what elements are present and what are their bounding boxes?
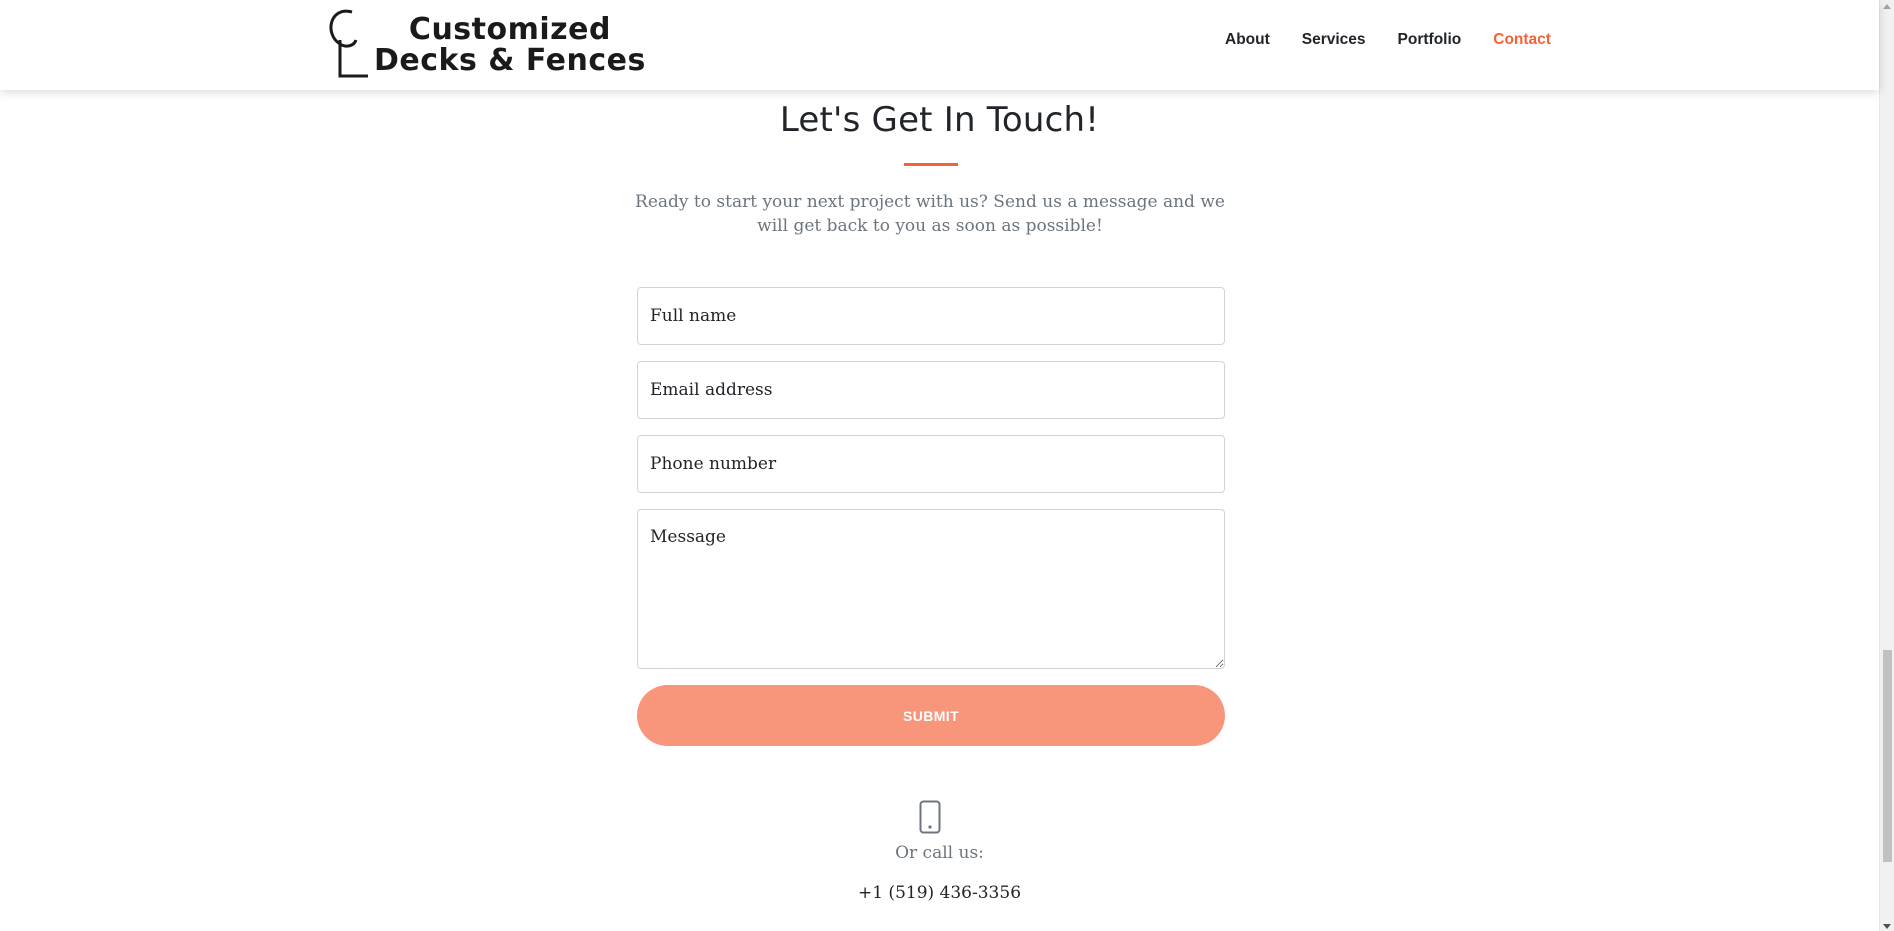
submit-button[interactable]: Submit <box>637 685 1225 746</box>
nav-item-about[interactable]: About <box>1225 30 1270 50</box>
message-textarea[interactable] <box>637 509 1225 669</box>
brand-logo[interactable]: Customized Decks & Fences <box>322 4 645 80</box>
phone-number-link[interactable]: +1 (519) 436-3356 <box>0 883 1879 903</box>
email-input[interactable] <box>637 361 1225 419</box>
call-us-label: Or call us: <box>895 843 984 863</box>
nav-item-portfolio[interactable]: Portfolio <box>1398 30 1462 50</box>
brand-line-2: Decks & Fences <box>374 43 646 78</box>
phone-input[interactable] <box>637 435 1225 493</box>
monogram-logo-icon <box>322 4 372 80</box>
section-lead-text: Ready to start your next project with us… <box>635 192 1225 236</box>
title-divider <box>904 163 958 166</box>
scroll-thumb[interactable] <box>1883 650 1892 862</box>
scroll-up-arrow-icon[interactable] <box>1883 4 1891 9</box>
page-scrollbar[interactable] <box>1879 0 1894 931</box>
phone-icon <box>919 800 941 834</box>
top-navbar: Customized Decks & Fences About Services… <box>0 0 1879 90</box>
brand-line-1: Customized <box>408 12 611 47</box>
nav-item-services[interactable]: Services <box>1302 30 1366 50</box>
nav-item-contact[interactable]: Contact <box>1493 30 1551 50</box>
scroll-down-arrow-icon[interactable] <box>1883 924 1891 929</box>
section-title: Let's Get In Touch! <box>779 100 1100 140</box>
brand-name: Customized Decks & Fences <box>374 14 646 76</box>
full-name-input[interactable] <box>637 287 1225 345</box>
main-nav: About Services Portfolio Contact <box>1225 30 1583 50</box>
